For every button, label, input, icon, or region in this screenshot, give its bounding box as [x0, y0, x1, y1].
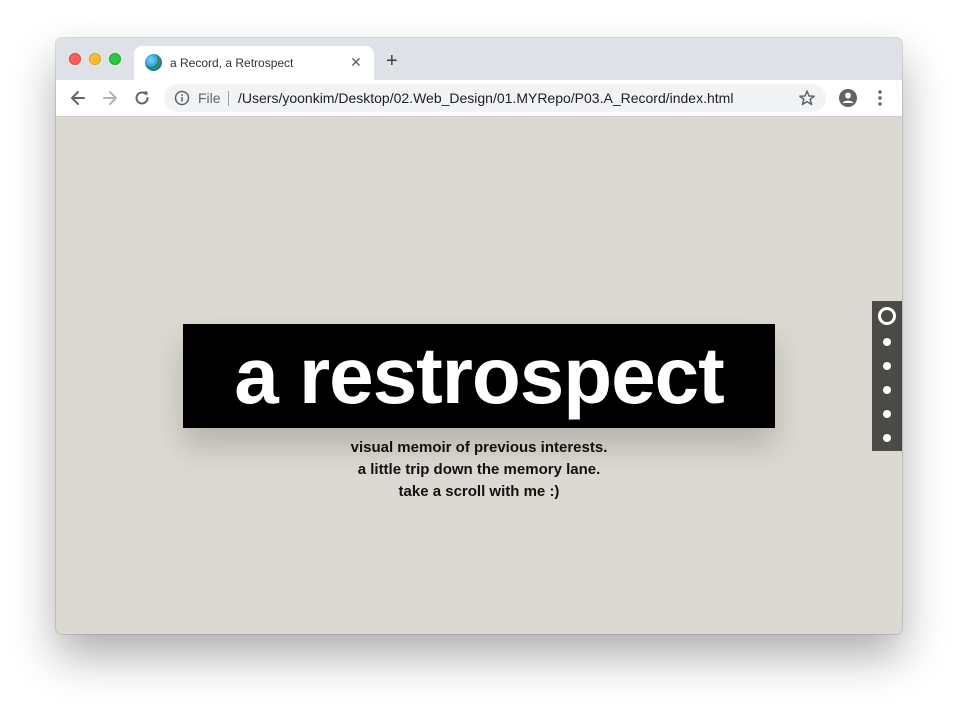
- hero-title: a restrospect: [234, 331, 724, 420]
- subtitle-line: a little trip down the memory lane.: [357, 461, 601, 478]
- subtitle-line: take a scroll with me :): [398, 483, 560, 500]
- address-divider: [228, 91, 229, 106]
- close-tab-icon[interactable]: ✕: [350, 54, 362, 70]
- url-text[interactable]: /Users/yoonkim/Desktop/02.Web_Design/01.…: [238, 90, 733, 106]
- tab-title: a Record, a Retrospect: [170, 56, 294, 70]
- address-bar[interactable]: File /Users/yoonkim/Desktop/02.Web_Desig…: [164, 84, 826, 112]
- tab-active[interactable]: a Record, a Retrospect ✕: [134, 46, 374, 80]
- section-dot[interactable]: [883, 386, 891, 394]
- account-icon[interactable]: [838, 88, 858, 108]
- page-viewport[interactable]: a restrospect visual memoir of previous …: [56, 117, 902, 634]
- hero-subtitle: visual memoir of previous interests. a l…: [229, 437, 729, 503]
- reload-icon[interactable]: [132, 88, 152, 108]
- star-icon[interactable]: [798, 89, 816, 107]
- kebab-menu-icon[interactable]: [874, 88, 886, 108]
- hero-banner: a restrospect: [183, 324, 775, 428]
- section-dot[interactable]: [883, 362, 891, 370]
- zoom-window-button[interactable]: [109, 53, 121, 65]
- section-dot-nav: [872, 301, 902, 451]
- scheme-label: File: [198, 90, 221, 106]
- section-dot[interactable]: [883, 338, 891, 346]
- arrow-left-icon[interactable]: [68, 88, 88, 108]
- tab-bar: a Record, a Retrospect ✕ +: [56, 38, 902, 80]
- browser-toolbar: File /Users/yoonkim/Desktop/02.Web_Desig…: [56, 80, 902, 117]
- minimize-window-button[interactable]: [89, 53, 101, 65]
- new-tab-button[interactable]: +: [386, 51, 398, 71]
- arrow-right-icon[interactable]: [100, 88, 120, 108]
- close-window-button[interactable]: [69, 53, 81, 65]
- globe-icon: [145, 54, 162, 71]
- section-dot-active[interactable]: [878, 307, 896, 325]
- section-dot[interactable]: [883, 410, 891, 418]
- info-icon[interactable]: [174, 90, 190, 106]
- section-dot[interactable]: [883, 434, 891, 442]
- browser-window: a Record, a Retrospect ✕ + File /Users/y…: [56, 38, 902, 634]
- subtitle-line: visual memoir of previous interests.: [350, 439, 608, 456]
